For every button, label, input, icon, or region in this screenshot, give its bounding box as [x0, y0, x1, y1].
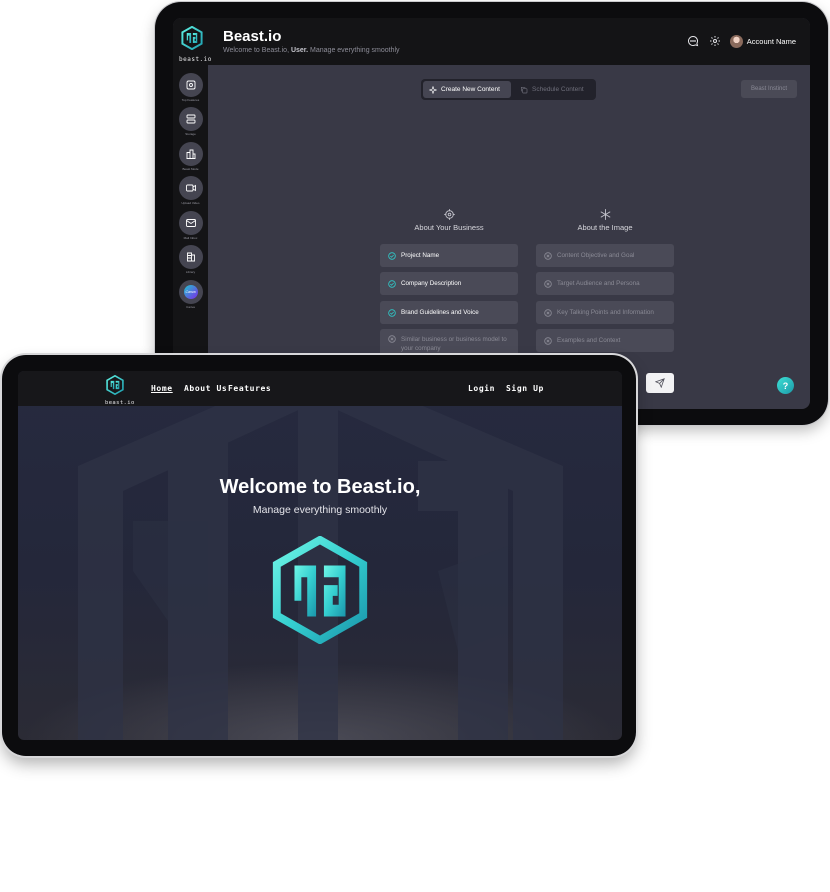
business-item-company-description[interactable]: Company Description	[380, 272, 518, 295]
rail-item-canva[interactable]: Canva Canva	[178, 280, 203, 309]
beast-hero-logo-icon	[272, 536, 368, 644]
landing-tablet: beast.io Home About Us Features Login Si…	[2, 355, 636, 756]
hero-subtitle: Manage everything smoothly	[252, 504, 388, 516]
rail-label: Storage	[185, 132, 196, 136]
site-logo-text: beast.io	[105, 400, 135, 406]
subtitle-user: User.	[290, 47, 309, 54]
beast-instinct-button[interactable]: Beast Instinct	[741, 80, 797, 98]
beast-logo-icon	[181, 25, 203, 51]
canva-icon: Canva	[183, 285, 198, 299]
image-heading-text: About the Image	[577, 223, 633, 232]
x-circle-icon	[544, 308, 552, 317]
item-label: Key Talking Points and Information	[557, 309, 654, 316]
buildings-icon	[186, 149, 195, 159]
x-circle-icon	[544, 336, 552, 345]
server-icon	[186, 114, 195, 124]
business-item-similar-business[interactable]: Similar business or business model to yo…	[380, 329, 518, 357]
gear-icon[interactable]	[708, 34, 722, 48]
x-circle-icon	[544, 251, 552, 260]
target-icon	[443, 209, 455, 220]
account-name[interactable]: Account Name	[747, 37, 796, 46]
rail-item-storage[interactable]: Storage	[178, 107, 203, 136]
sparkle-icon	[429, 85, 437, 94]
video-camera-icon	[185, 184, 196, 192]
tab-schedule-content[interactable]: Schedule Content	[514, 81, 590, 98]
app-logo[interactable]: beast.io	[179, 25, 212, 63]
beast-logo-icon	[106, 374, 124, 396]
business-heading-text: About Your Business	[414, 223, 484, 232]
nav-home[interactable]: Home	[151, 384, 173, 393]
tab-create-new-content[interactable]: Create New Content	[423, 81, 511, 98]
hero-title: Welcome to Beast.io,	[219, 476, 421, 498]
image-item-audience[interactable]: Target Audience and Persona	[536, 272, 674, 295]
app-header: beast.io Beast.io Welcome to Beast.io, U…	[173, 18, 810, 65]
send-button[interactable]	[646, 373, 674, 393]
site-nav: beast.io Home About Us Features Login Si…	[18, 371, 622, 406]
x-circle-icon	[388, 335, 396, 343]
help-button[interactable]: ?	[777, 377, 794, 394]
business-item-brand-guidelines[interactable]: Brand Guidelines and Voice	[380, 301, 518, 324]
image-item-examples[interactable]: Examples and Context	[536, 329, 674, 352]
business-item-project-name[interactable]: Project Name	[380, 244, 518, 267]
image-item-talking-points[interactable]: Key Talking Points and Information	[536, 301, 674, 324]
rail-label: Upload Video	[181, 201, 200, 205]
x-circle-icon	[544, 279, 552, 288]
item-label: Target Audience and Persona	[557, 280, 640, 287]
site-logo[interactable]: beast.io	[105, 374, 135, 406]
nav-features[interactable]: Features	[228, 384, 271, 393]
rail-item-top-features[interactable]: Top Features	[178, 73, 203, 102]
check-circle-icon	[388, 279, 396, 288]
rail-item-beast-mode[interactable]: Beast Mode	[178, 142, 203, 171]
envelope-icon	[185, 219, 196, 227]
image-item-objective[interactable]: Content Objective and Goal	[536, 244, 674, 267]
copy-icon	[521, 86, 528, 93]
business-heading: About Your Business	[379, 208, 519, 232]
send-icon	[655, 378, 665, 388]
subtitle-greeting: Welcome to Beast.io,	[223, 47, 290, 54]
item-label: Similar business or business model to yo…	[401, 336, 507, 352]
tab-label: Create New Content	[441, 86, 500, 93]
rail-label: Library	[185, 270, 196, 274]
content-tabs: Create New Content Schedule Content	[421, 79, 596, 100]
header-actions: Account Name	[686, 34, 796, 48]
item-label: Brand Guidelines and Voice	[401, 309, 479, 316]
item-label: Examples and Context	[557, 337, 621, 344]
rail-label: Mail Inbox	[183, 236, 198, 240]
item-label: Project Name	[401, 252, 440, 259]
rail-item-upload-video[interactable]: Upload Video	[178, 176, 203, 205]
rail-label: Top Features	[181, 98, 200, 102]
rail-item-mail[interactable]: Mail Inbox	[178, 211, 203, 240]
nav-login[interactable]: Login	[468, 384, 495, 393]
rail-label: Beast Mode	[182, 167, 199, 171]
check-circle-icon	[388, 251, 396, 260]
check-circle-icon	[388, 308, 396, 317]
nav-about-us[interactable]: About Us	[184, 384, 227, 393]
rail-item-library[interactable]: Library	[178, 245, 203, 274]
subtitle-tagline: Manage everything smoothly	[310, 47, 400, 54]
chat-icon[interactable]	[686, 34, 700, 48]
app-logo-text: beast.io	[179, 56, 212, 63]
nav-sign-up[interactable]: Sign Up	[506, 384, 544, 393]
image-heading: About the Image	[535, 208, 675, 232]
books-icon	[186, 252, 195, 262]
asterisk-icon	[600, 209, 610, 220]
item-label: Content Objective and Goal	[557, 252, 635, 259]
gear-box-icon	[186, 80, 195, 90]
dashboard-screen: beast.io Beast.io Welcome to Beast.io, U…	[173, 18, 810, 409]
rail-label: Canva	[186, 305, 195, 309]
avatar[interactable]	[729, 34, 743, 48]
landing-screen: beast.io Home About Us Features Login Si…	[18, 371, 622, 740]
item-label: Company Description	[401, 280, 462, 287]
tab-label: Schedule Content	[532, 86, 584, 93]
app-title: Beast.io	[223, 28, 282, 45]
app-subtitle: Welcome to Beast.io, User. Manage everyt…	[223, 47, 400, 54]
